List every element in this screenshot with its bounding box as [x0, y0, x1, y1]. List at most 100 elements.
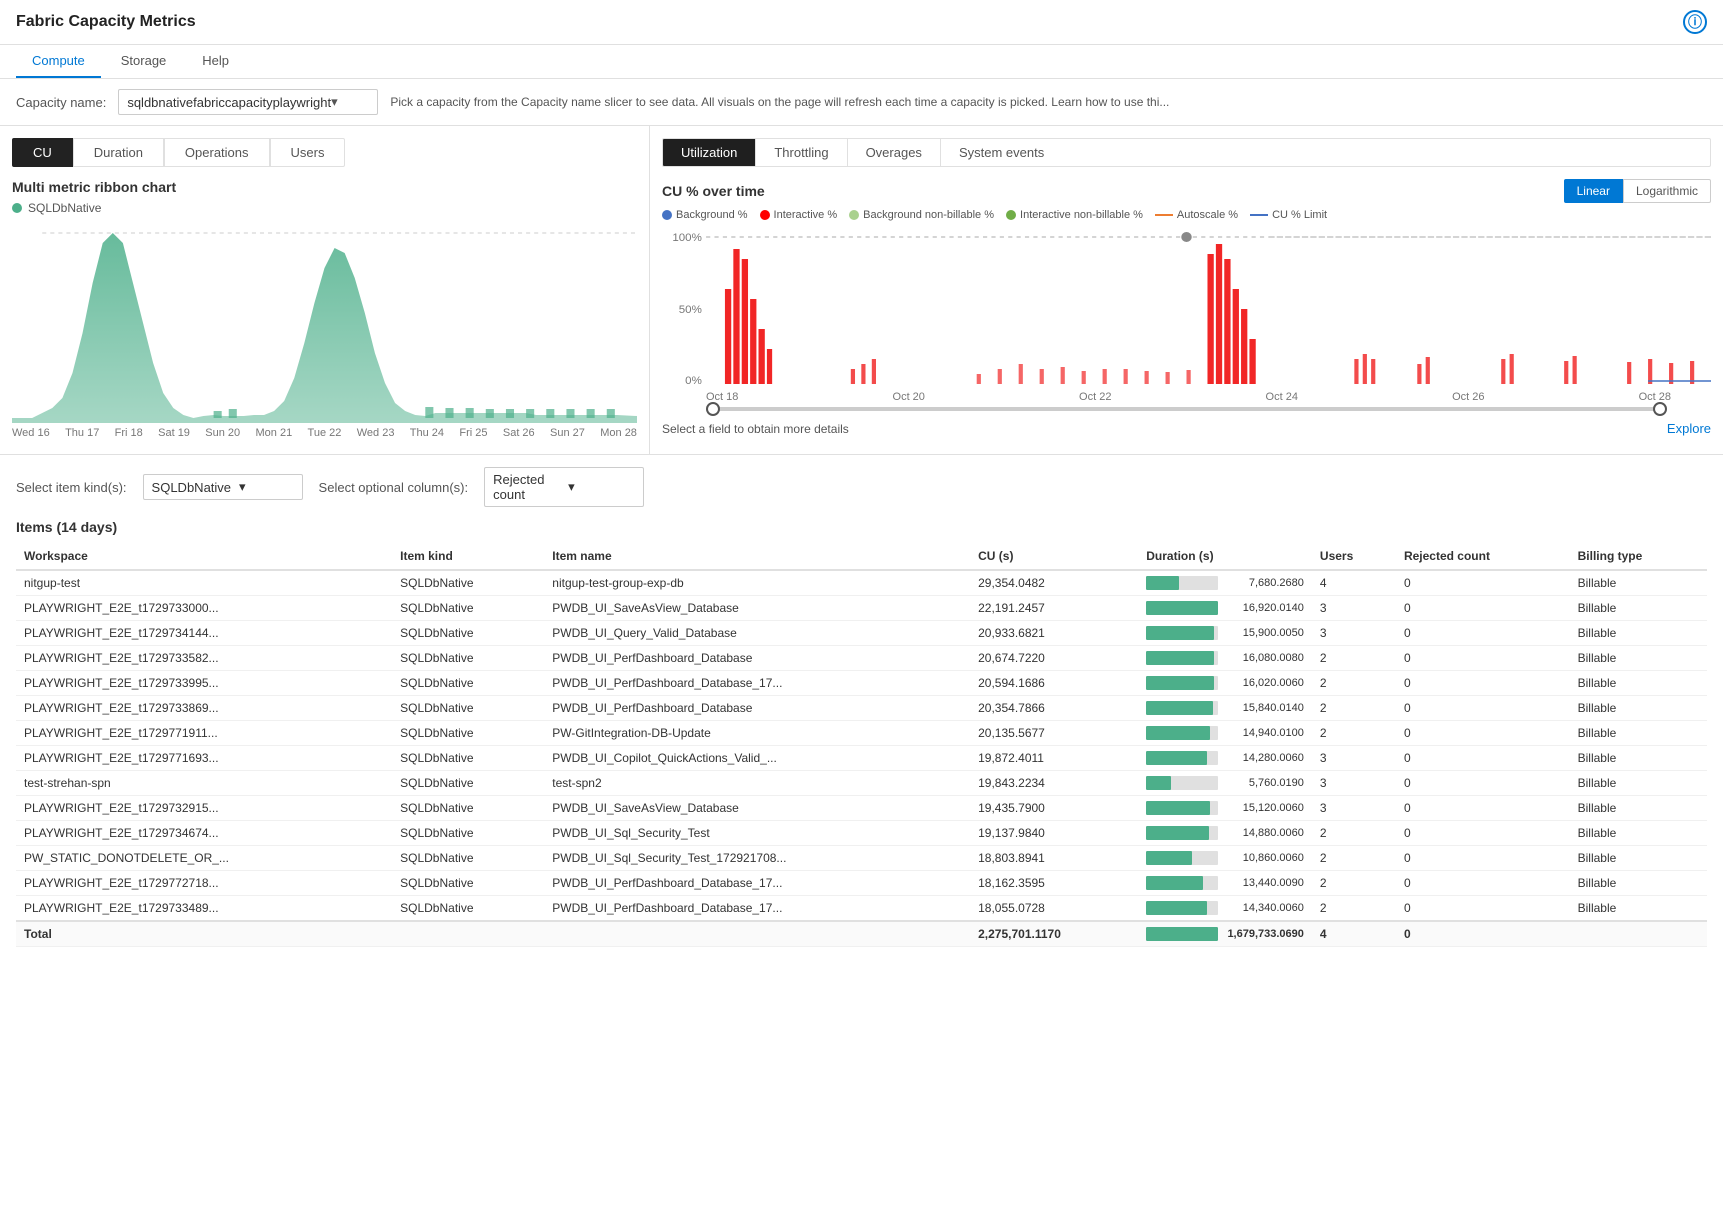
- capacity-name-dropdown[interactable]: sqldbnativefabriccapacityplaywright ▾: [118, 89, 378, 115]
- range-slider[interactable]: [662, 403, 1711, 415]
- cell-item-kind: SQLDbNative: [392, 746, 544, 771]
- cell-item-kind: SQLDbNative: [392, 821, 544, 846]
- explore-link[interactable]: Explore: [1667, 421, 1711, 436]
- table-row: PLAYWRIGHT_E2E_t1729734674... SQLDbNativ…: [16, 821, 1707, 846]
- cell-workspace: PLAYWRIGHT_E2E_t1729771693...: [16, 746, 392, 771]
- cell-workspace: test-strehan-spn: [16, 771, 392, 796]
- table-row: PLAYWRIGHT_E2E_t1729733582... SQLDbNativ…: [16, 646, 1707, 671]
- cell-item-name: PWDB_UI_Sql_Security_Test: [544, 821, 970, 846]
- slider-thumb-right[interactable]: [1653, 402, 1667, 416]
- info-icon[interactable]: ⓘ: [1683, 10, 1707, 34]
- cell-item-name: PWDB_UI_PerfDashboard_Database: [544, 696, 970, 721]
- cell-item-name: PWDB_UI_SaveAsView_Database: [544, 596, 970, 621]
- cell-duration: 14,880.0060: [1138, 821, 1312, 846]
- scale-btn-linear[interactable]: Linear: [1564, 179, 1623, 203]
- cu-chart-header: CU % over time Linear Logarithmic: [662, 179, 1711, 203]
- cu-legend: Background % Interactive % Background no…: [662, 209, 1711, 221]
- col-workspace[interactable]: Workspace: [16, 543, 392, 570]
- cell-cu: 20,135.5677: [970, 721, 1138, 746]
- scale-btn-logarithmic[interactable]: Logarithmic: [1623, 179, 1711, 203]
- cell-cu: 19,843.2234: [970, 771, 1138, 796]
- util-tab-overages[interactable]: Overages: [848, 139, 941, 166]
- cell-workspace: PLAYWRIGHT_E2E_t1729734144...: [16, 621, 392, 646]
- table-row: nitgup-test SQLDbNative nitgup-test-grou…: [16, 570, 1707, 596]
- legend-line-autoscale: [1155, 214, 1173, 216]
- ribbon-chart: [12, 223, 637, 423]
- cell-cu: 18,803.8941: [970, 846, 1138, 871]
- nav-tab-compute[interactable]: Compute: [16, 45, 101, 78]
- cell-billing: Billable: [1570, 796, 1707, 821]
- cell-rejected: 0: [1396, 896, 1570, 922]
- table-row: PLAYWRIGHT_E2E_t1729734144... SQLDbNativ…: [16, 621, 1707, 646]
- cell-duration: 14,340.0060: [1138, 896, 1312, 922]
- metric-tab-users[interactable]: Users: [270, 138, 346, 167]
- cu-legend-label-autoscale: Autoscale %: [1177, 209, 1238, 221]
- chevron-down-icon: ▾: [331, 94, 369, 110]
- metric-tab-duration[interactable]: Duration: [73, 138, 164, 167]
- cell-users: 2: [1312, 696, 1396, 721]
- explore-hint: Select a field to obtain more details: [662, 422, 849, 436]
- col-rejected[interactable]: Rejected count: [1396, 543, 1570, 570]
- capacity-name-value: sqldbnativefabriccapacityplaywright: [127, 95, 331, 110]
- col-duration[interactable]: Duration (s): [1138, 543, 1312, 570]
- slider-track: [706, 407, 1667, 411]
- cell-users: 3: [1312, 596, 1396, 621]
- total-users: 4: [1312, 921, 1396, 947]
- cell-rejected: 0: [1396, 871, 1570, 896]
- metric-tab-cu[interactable]: CU: [12, 138, 73, 167]
- cell-users: 3: [1312, 746, 1396, 771]
- cell-rejected: 0: [1396, 646, 1570, 671]
- cell-cu: 29,354.0482: [970, 570, 1138, 596]
- cell-billing: Billable: [1570, 646, 1707, 671]
- metric-tab-operations[interactable]: Operations: [164, 138, 270, 167]
- cu-legend-autoscale: Autoscale %: [1155, 209, 1238, 221]
- table-row: PLAYWRIGHT_E2E_t1729733995... SQLDbNativ…: [16, 671, 1707, 696]
- slider-thumb-left[interactable]: [706, 402, 720, 416]
- cu-legend-label-interactive: Interactive %: [774, 209, 838, 221]
- col-billing[interactable]: Billing type: [1570, 543, 1707, 570]
- item-kind-value: SQLDbNative: [152, 480, 231, 495]
- optional-col-dropdown[interactable]: Rejected count ▾: [484, 467, 644, 507]
- util-tab-system-events[interactable]: System events: [941, 139, 1062, 166]
- cell-cu: 19,872.4011: [970, 746, 1138, 771]
- col-cu[interactable]: CU (s): [970, 543, 1138, 570]
- cell-users: 2: [1312, 821, 1396, 846]
- item-kind-chevron: ▾: [239, 479, 294, 495]
- ribbon-chart-legend: SQLDbNative: [12, 201, 637, 215]
- util-tab-utilization[interactable]: Utilization: [663, 139, 756, 166]
- table-row: PLAYWRIGHT_E2E_t1729771911... SQLDbNativ…: [16, 721, 1707, 746]
- util-tab-throttling[interactable]: Throttling: [756, 139, 847, 166]
- util-tabs: Utilization Throttling Overages System e…: [662, 138, 1711, 167]
- cu-legend-label-int-nonbillable: Interactive non-billable %: [1020, 209, 1143, 221]
- cell-duration: 16,080.0080: [1138, 646, 1312, 671]
- cell-rejected: 0: [1396, 846, 1570, 871]
- cell-item-kind: SQLDbNative: [392, 721, 544, 746]
- cell-billing: Billable: [1570, 570, 1707, 596]
- metric-tabs: CU Duration Operations Users: [12, 138, 637, 167]
- cell-billing: Billable: [1570, 846, 1707, 871]
- cell-workspace: PLAYWRIGHT_E2E_t1729733000...: [16, 596, 392, 621]
- nav-tab-storage[interactable]: Storage: [105, 45, 183, 78]
- optional-col-value: Rejected count: [493, 472, 560, 502]
- col-item-name[interactable]: Item name: [544, 543, 970, 570]
- nav-tab-help[interactable]: Help: [186, 45, 245, 78]
- cell-workspace: PLAYWRIGHT_E2E_t1729733869...: [16, 696, 392, 721]
- item-kind-dropdown[interactable]: SQLDbNative ▾: [143, 474, 303, 500]
- cell-rejected: 0: [1396, 671, 1570, 696]
- table-row: PLAYWRIGHT_E2E_t1729771693... SQLDbNativ…: [16, 746, 1707, 771]
- legend-dot-int-nonbillable: [1006, 210, 1016, 220]
- cell-rejected: 0: [1396, 596, 1570, 621]
- col-users[interactable]: Users: [1312, 543, 1396, 570]
- cu-legend-int-nonbillable: Interactive non-billable %: [1006, 209, 1143, 221]
- cell-item-kind: SQLDbNative: [392, 696, 544, 721]
- cell-duration: 14,940.0100: [1138, 721, 1312, 746]
- cell-item-kind: SQLDbNative: [392, 896, 544, 922]
- ribbon-chart-title: Multi metric ribbon chart: [12, 179, 637, 195]
- col-item-kind[interactable]: Item kind: [392, 543, 544, 570]
- total-cu: 2,275,701.1170: [970, 921, 1138, 947]
- cu-legend-background: Background %: [662, 209, 748, 221]
- table-row: PW_STATIC_DONOTDELETE_OR_... SQLDbNative…: [16, 846, 1707, 871]
- legend-dot-bg-nonbillable: [849, 210, 859, 220]
- cell-billing: Billable: [1570, 596, 1707, 621]
- cell-users: 2: [1312, 671, 1396, 696]
